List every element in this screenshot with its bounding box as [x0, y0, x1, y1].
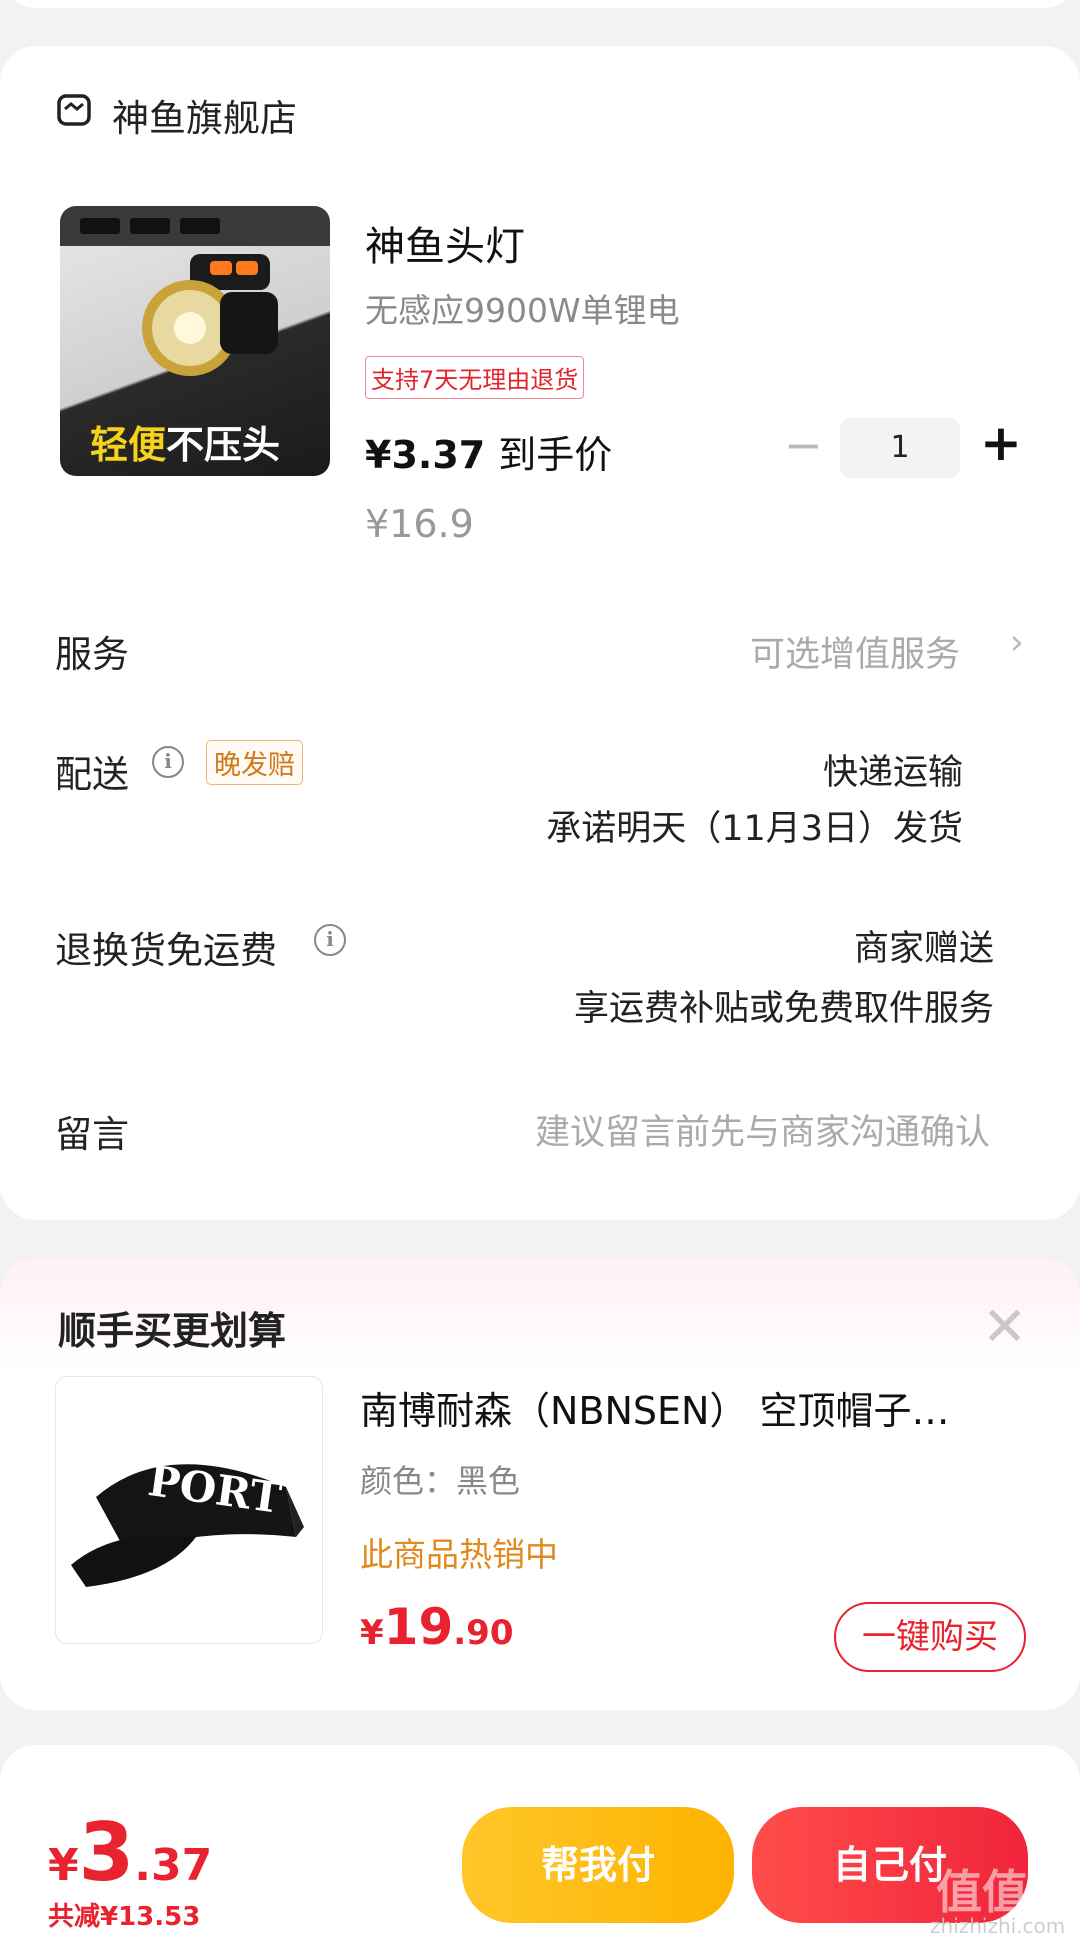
- message-label: 留言: [55, 1113, 129, 1156]
- previous-card: [0, 0, 1080, 8]
- store-icon: [57, 94, 91, 126]
- product-spec[interactable]: 无感应9900W单锂电: [365, 284, 680, 332]
- return-shipping-value: 商家赠送: [853, 929, 994, 969]
- delivery-method[interactable]: 快递运输: [823, 744, 963, 795]
- upsell-price: ¥19.90: [360, 1598, 514, 1656]
- quantity-minus-button[interactable]: −: [784, 422, 823, 468]
- return-shipping-label: 退换货免运费: [55, 929, 277, 972]
- checkout-bar: ¥3.37 共减¥13.53 帮我付 自己付 值值值 zhizhizhi.com: [0, 1790, 1080, 1940]
- upsell-product-image[interactable]: PORT: [55, 1376, 323, 1644]
- help-me-pay-button[interactable]: 帮我付: [462, 1807, 734, 1923]
- original-price: ¥16.9: [365, 502, 474, 546]
- return-shipping-detail: 享运费补贴或免费取件服务: [573, 989, 994, 1029]
- service-value[interactable]: 可选增值服务: [750, 626, 960, 677]
- message-input[interactable]: 建议留言前先与商家沟通确认: [535, 1104, 990, 1155]
- product-title[interactable]: 神鱼头灯: [365, 214, 525, 272]
- watermark-url: zhizhizhi.com: [930, 1914, 1066, 1938]
- late-shipping-tag: 晚发赔: [206, 740, 303, 785]
- upsell-card: 顺手买更划算 ✕ PORT 南博耐森（NBNSEN） 空顶帽子… 颜色：黑色 此…: [0, 1258, 1080, 1710]
- delivery-label: 配送: [55, 753, 129, 796]
- return-policy-tag: 支持7天无理由退货: [365, 356, 585, 399]
- close-icon[interactable]: ✕: [982, 1300, 1027, 1354]
- price-label: 到手价: [498, 433, 613, 477]
- upsell-product-name[interactable]: 南博耐森（NBNSEN） 空顶帽子…: [360, 1380, 1030, 1435]
- delivery-promise: 承诺明天（11月3日）发货: [546, 809, 963, 849]
- product-price: ¥3.37: [365, 433, 486, 477]
- image-slogan-a: 轻便: [90, 423, 167, 467]
- order-card: 神鱼旗舰店 轻便不压头 神鱼头灯 无感应9900W单锂电 支持7天无理由退货 ¥…: [0, 46, 1080, 1220]
- image-slogan-b: 不压头: [166, 423, 281, 467]
- delivery-info-icon[interactable]: i: [152, 746, 184, 778]
- upsell-title: 顺手买更划算: [58, 1309, 287, 1353]
- total-saving: 共减¥13.53: [48, 1902, 201, 1932]
- store-name[interactable]: 神鱼旗舰店: [112, 88, 297, 142]
- upsell-product-color: 颜色：黑色: [360, 1462, 521, 1500]
- watermark: 值值值: [936, 1865, 1074, 1919]
- product-image[interactable]: 轻便不压头: [60, 206, 330, 476]
- upsell-hot-label: 此商品热销中: [360, 1535, 558, 1574]
- quantity-plus-button[interactable]: +: [980, 418, 1022, 468]
- return-shipping-info-icon[interactable]: i: [314, 924, 346, 956]
- service-label: 服务: [55, 633, 129, 676]
- one-click-buy-button[interactable]: 一键购买: [834, 1602, 1026, 1672]
- quantity-input[interactable]: 1: [840, 418, 960, 478]
- chevron-right-icon[interactable]: ›: [1010, 622, 1024, 663]
- total-price: ¥3.37: [48, 1806, 213, 1899]
